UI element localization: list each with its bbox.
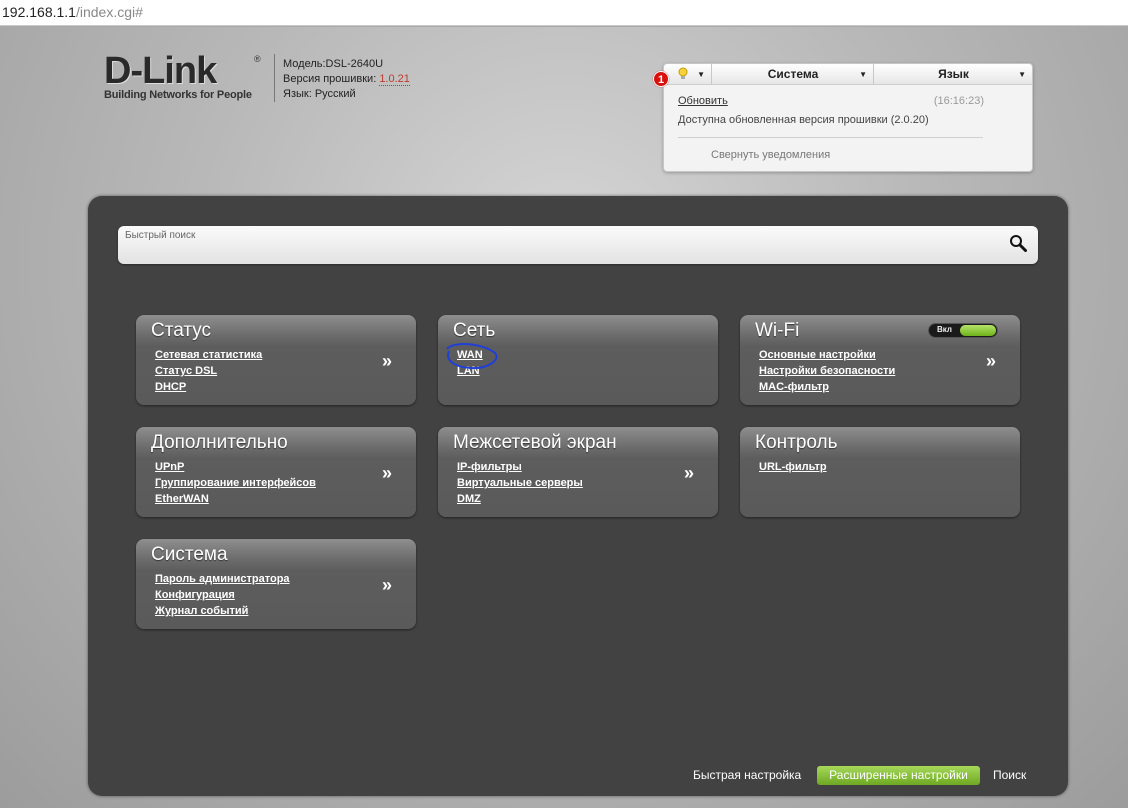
link-admin-password[interactable]: Пароль администратора — [155, 571, 290, 587]
notification-time: (16:16:23) — [933, 95, 984, 107]
search-icon[interactable] — [1009, 234, 1027, 252]
notification-toolbar: ▼ Система ▼ Язык ▼ — [664, 64, 1032, 85]
more-arrow-icon[interactable]: » — [684, 463, 694, 484]
search-link[interactable]: Поиск — [993, 768, 1026, 782]
link-network-statistics[interactable]: Сетевая статистика — [155, 347, 262, 363]
tile-control: Контроль URL-фильтр — [740, 427, 1020, 517]
tile-title: Межсетевой экран — [453, 432, 617, 453]
toggle-knob — [960, 325, 996, 336]
language-value: Русский — [314, 88, 356, 100]
link-dhcp[interactable]: DHCP — [155, 379, 262, 395]
tile-title: Дополнительно — [151, 432, 288, 453]
tile-title: Контроль — [755, 432, 838, 453]
link-wifi-basic-settings[interactable]: Основные настройки — [759, 347, 895, 363]
notification-panel: ▼ Система ▼ Язык ▼ Обновить (16:16:23) Д… — [663, 63, 1033, 172]
link-wifi-security-settings[interactable]: Настройки безопасности — [759, 363, 895, 379]
link-etherwan[interactable]: EtherWAN — [155, 491, 316, 507]
language-label: Язык: — [283, 88, 315, 100]
wifi-toggle[interactable]: Вкл — [928, 323, 998, 338]
more-arrow-icon[interactable]: » — [986, 351, 996, 372]
tile-system: Система Пароль администратора Конфигурац… — [136, 539, 416, 629]
collapse-notifications-link[interactable]: Свернуть уведомления — [711, 149, 830, 161]
chevron-down-icon: ▼ — [697, 70, 705, 79]
language-menu-label: Язык — [938, 67, 969, 81]
system-menu-label: Система — [767, 67, 819, 81]
logo-registered-mark: ® — [254, 54, 261, 64]
tile-status: Статус Сетевая статистика Статус DSL DHC… — [136, 315, 416, 405]
firmware-label: Версия прошивки: — [283, 73, 380, 85]
link-event-log[interactable]: Журнал событий — [155, 603, 290, 619]
annotation-circle — [446, 343, 498, 370]
quick-search-field[interactable]: Быстрый поиск — [118, 226, 1038, 264]
model-label: Модель: — [283, 58, 326, 70]
link-dsl-status[interactable]: Статус DSL — [155, 363, 262, 379]
toggle-label: Вкл — [937, 325, 952, 334]
language-row: Язык: Русский — [283, 87, 410, 102]
update-link[interactable]: Обновить — [678, 95, 728, 107]
model-value: DSL-2640U — [325, 58, 384, 70]
notification-message: Доступна обновленная версия прошивки (2.… — [678, 114, 929, 126]
link-interface-grouping[interactable]: Группирование интерфейсов — [155, 475, 316, 491]
more-arrow-icon[interactable]: » — [382, 463, 392, 484]
chevron-down-icon: ▼ — [1018, 70, 1026, 79]
notification-count-badge: 1 — [653, 71, 669, 87]
search-placeholder: Быстрый поиск — [125, 230, 196, 241]
more-arrow-icon[interactable]: » — [382, 351, 392, 372]
tile-title: Wi-Fi — [755, 320, 800, 341]
notifications-menu[interactable]: ▼ — [664, 64, 712, 85]
address-path: /index.cgi# — [75, 4, 143, 20]
link-dmz[interactable]: DMZ — [457, 491, 583, 507]
more-arrow-icon[interactable]: » — [382, 575, 392, 596]
logo-wordmark: D-Link — [104, 50, 217, 92]
address-host: 192.168.1.1 — [2, 4, 76, 20]
language-menu[interactable]: Язык ▼ — [875, 64, 1032, 85]
model-row: Модель:DSL-2640U — [283, 57, 410, 72]
system-menu[interactable]: Система ▼ — [713, 64, 874, 85]
dlink-logo[interactable]: D-Link ® Building Networks for People — [104, 50, 264, 101]
notification-divider — [678, 137, 983, 138]
lightbulb-icon — [678, 67, 688, 79]
chevron-down-icon: ▼ — [859, 70, 867, 79]
link-ip-filters[interactable]: IP-фильтры — [457, 459, 583, 475]
tile-title: Система — [151, 544, 228, 565]
advanced-settings-button[interactable]: Расширенные настройки — [817, 766, 980, 785]
tile-firewall: Межсетевой экран IP-фильтры Виртуальные … — [438, 427, 718, 517]
firmware-row: Версия прошивки: 1.0.21 — [283, 72, 410, 87]
firmware-version[interactable]: 1.0.21 — [379, 73, 410, 86]
header-divider — [274, 54, 275, 102]
logo-tagline: Building Networks for People — [104, 89, 252, 101]
link-configuration[interactable]: Конфигурация — [155, 587, 290, 603]
link-upnp[interactable]: UPnP — [155, 459, 316, 475]
link-mac-filter[interactable]: MAC-фильтр — [759, 379, 895, 395]
tile-title: Статус — [151, 320, 212, 341]
link-virtual-servers[interactable]: Виртуальные серверы — [457, 475, 583, 491]
device-info: Модель:DSL-2640U Версия прошивки: 1.0.21… — [283, 57, 410, 102]
address-bar[interactable]: 192.168.1.1/index.cgi# — [0, 0, 1128, 26]
quick-setup-link[interactable]: Быстрая настройка — [693, 768, 801, 782]
tile-wifi: Wi-Fi Вкл Основные настройки Настройки б… — [740, 315, 1020, 405]
tile-advanced: Дополнительно UPnP Группирование интерфе… — [136, 427, 416, 517]
link-url-filter[interactable]: URL-фильтр — [759, 459, 827, 475]
